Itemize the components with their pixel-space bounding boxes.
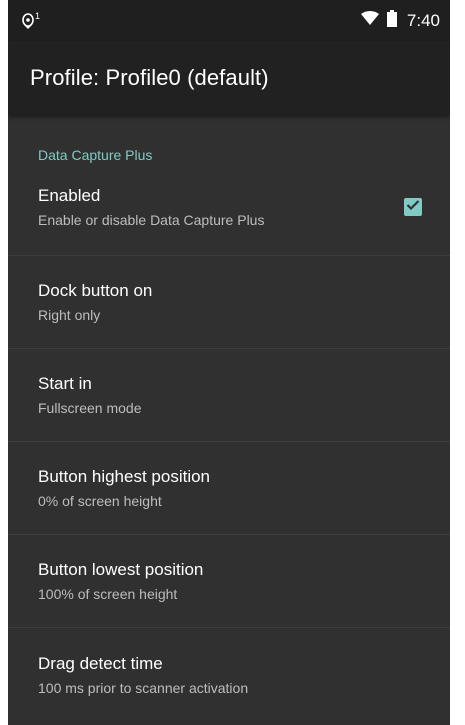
pref-text: Drag detect time 100 ms prior to scanner… xyxy=(38,654,422,696)
battery-icon xyxy=(386,9,397,32)
pref-text: Button lowest position 100% of screen he… xyxy=(38,560,422,602)
clock: 7:40 xyxy=(406,10,440,30)
device-screen: 1 7:40 Profile: Profile0 (default) Data … xyxy=(8,0,450,725)
pref-summary: 100% of screen height xyxy=(38,586,178,602)
pref-item-start-in[interactable]: Start in Fullscreen mode xyxy=(8,349,450,442)
pref-title: Button highest position xyxy=(38,467,211,486)
location-pin-icon xyxy=(22,12,34,29)
pref-item-button-lowest-position[interactable]: Button lowest position 100% of screen he… xyxy=(8,535,450,628)
pref-item-button-highest-position[interactable]: Button highest position 0% of screen hei… xyxy=(8,442,450,535)
pref-summary: 100 ms prior to scanner activation xyxy=(38,679,249,696)
pref-summary: Right only xyxy=(38,307,101,323)
pref-item-enabled[interactable]: Enabled Enable or disable Data Capture P… xyxy=(8,159,450,256)
app-bar: Profile: Profile0 (default) xyxy=(8,41,450,115)
pref-title: Enabled xyxy=(38,186,101,205)
status-bar: 1 7:40 xyxy=(8,0,450,41)
pref-text: Button highest position 0% of screen hei… xyxy=(38,467,422,509)
status-bar-right: 7:40 xyxy=(360,9,440,32)
pref-summary: Fullscreen mode xyxy=(38,400,142,416)
pref-text: Enabled Enable or disable Data Capture P… xyxy=(38,186,404,228)
pref-title: Dock button on xyxy=(38,281,153,300)
pref-item-drag-detect-time[interactable]: Drag detect time 100 ms prior to scanner… xyxy=(8,628,450,721)
pref-text: Dock button on Right only xyxy=(38,281,422,323)
preference-list: Data Capture Plus Enabled Enable or disa… xyxy=(8,115,450,721)
enabled-checkbox[interactable] xyxy=(404,198,422,216)
checkmark-icon xyxy=(406,198,420,216)
notification-count: 1 xyxy=(35,10,41,21)
pref-item-dock-button[interactable]: Dock button on Right only xyxy=(8,256,450,349)
pref-summary: Enable or disable Data Capture Plus xyxy=(38,212,265,228)
category-header: Data Capture Plus xyxy=(38,147,153,163)
wifi-icon xyxy=(360,11,379,30)
pref-text: Start in Fullscreen mode xyxy=(38,374,422,416)
page-title: Profile: Profile0 (default) xyxy=(30,65,269,90)
pref-title: Drag detect time xyxy=(38,653,163,673)
pref-title: Button lowest position xyxy=(38,560,204,579)
pref-title: Start in xyxy=(38,374,92,393)
pref-summary: 0% of screen height xyxy=(38,493,162,509)
status-bar-left: 1 xyxy=(22,10,361,29)
